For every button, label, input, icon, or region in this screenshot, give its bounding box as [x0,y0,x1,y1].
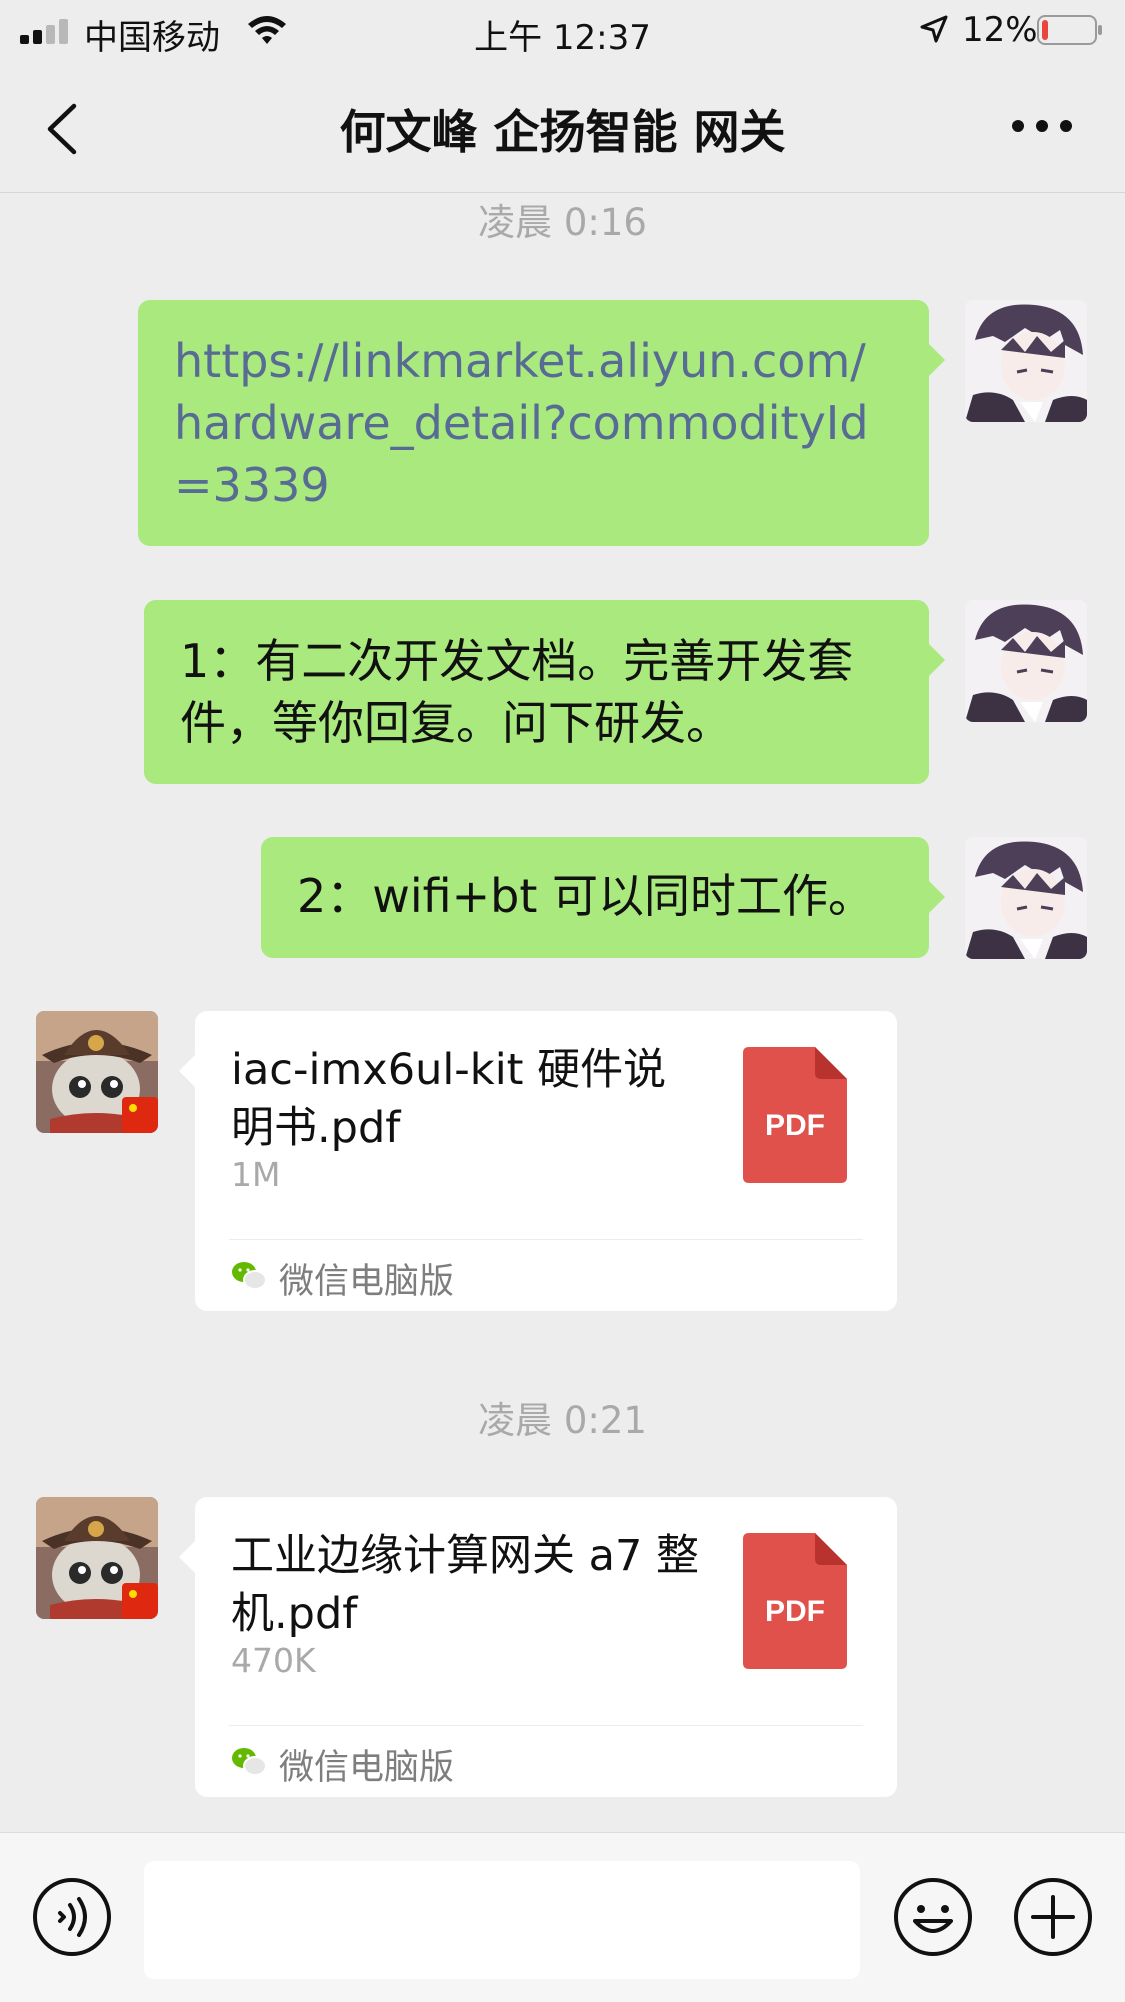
sent-message-bubble[interactable]: 2：wifi+bt 可以同时工作。 [261,837,945,958]
plus-icon[interactable] [1013,1877,1093,1957]
file-size: 470K [231,1641,316,1680]
wechat-icon [232,1748,267,1776]
status-time: 上午 12:37 [474,18,651,58]
pdf-label: PDF [765,1595,825,1628]
more-dots-icon[interactable] [1010,116,1074,136]
chat-input-bar [0,1832,1125,2002]
source-label: 微信电脑版 [279,1748,455,1788]
contact-avatar[interactable] [36,1497,158,1619]
status-bar: 中国移动 上午 12:37 12% [0,0,1125,62]
file-message-card[interactable]: iac-imx6ul-kit 硬件说明书.pdf 1M PDF 微信电脑版 [179,1011,897,1311]
message-timestamp: 凌晨 0:21 [478,1399,647,1442]
chat-title: 何文峰 企扬智能 网关 [339,105,786,159]
sent-message-bubble[interactable]: 1：有二次开发文档。完善开发套件，等你回复。问下研发。 [144,600,945,784]
emoji-icon[interactable] [893,1877,973,1957]
pdf-file-icon: PDF [743,1533,847,1669]
my-avatar[interactable] [965,837,1087,959]
contact-avatar[interactable] [36,1011,158,1133]
wechat-icon [232,1262,267,1290]
message-timestamp: 凌晨 0:16 [478,201,647,244]
battery-percent: 12% [962,10,1038,50]
file-message-card[interactable]: 工业边缘计算网关 a7 整机.pdf 470K PDF 微信电脑版 [179,1497,897,1797]
message-input[interactable] [144,1861,860,1979]
pdf-label: PDF [765,1109,825,1142]
message-text: 1：有二次开发文档。完善开发套件，等你回复。问下研发。 [180,634,854,750]
file-size: 1M [231,1155,281,1194]
message-link[interactable]: https://linkmarket.aliyun.com/hardware_d… [174,334,869,512]
file-name: iac-imx6ul-kit 硬件说明书.pdf [231,1045,667,1153]
my-avatar[interactable] [965,600,1087,722]
my-avatar[interactable] [965,300,1087,422]
battery-icon [1037,15,1102,45]
voice-icon[interactable] [32,1877,112,1957]
location-arrow-icon [920,15,948,43]
chat-header: 何文峰 企扬智能 网关 [0,62,1125,193]
message-text: 2：wifi+bt 可以同时工作。 [297,869,875,923]
sent-message-bubble[interactable]: https://linkmarket.aliyun.com/hardware_d… [138,300,945,546]
source-label: 微信电脑版 [279,1262,455,1302]
file-name: 工业边缘计算网关 a7 整机.pdf [231,1531,700,1639]
pdf-file-icon: PDF [743,1047,847,1183]
